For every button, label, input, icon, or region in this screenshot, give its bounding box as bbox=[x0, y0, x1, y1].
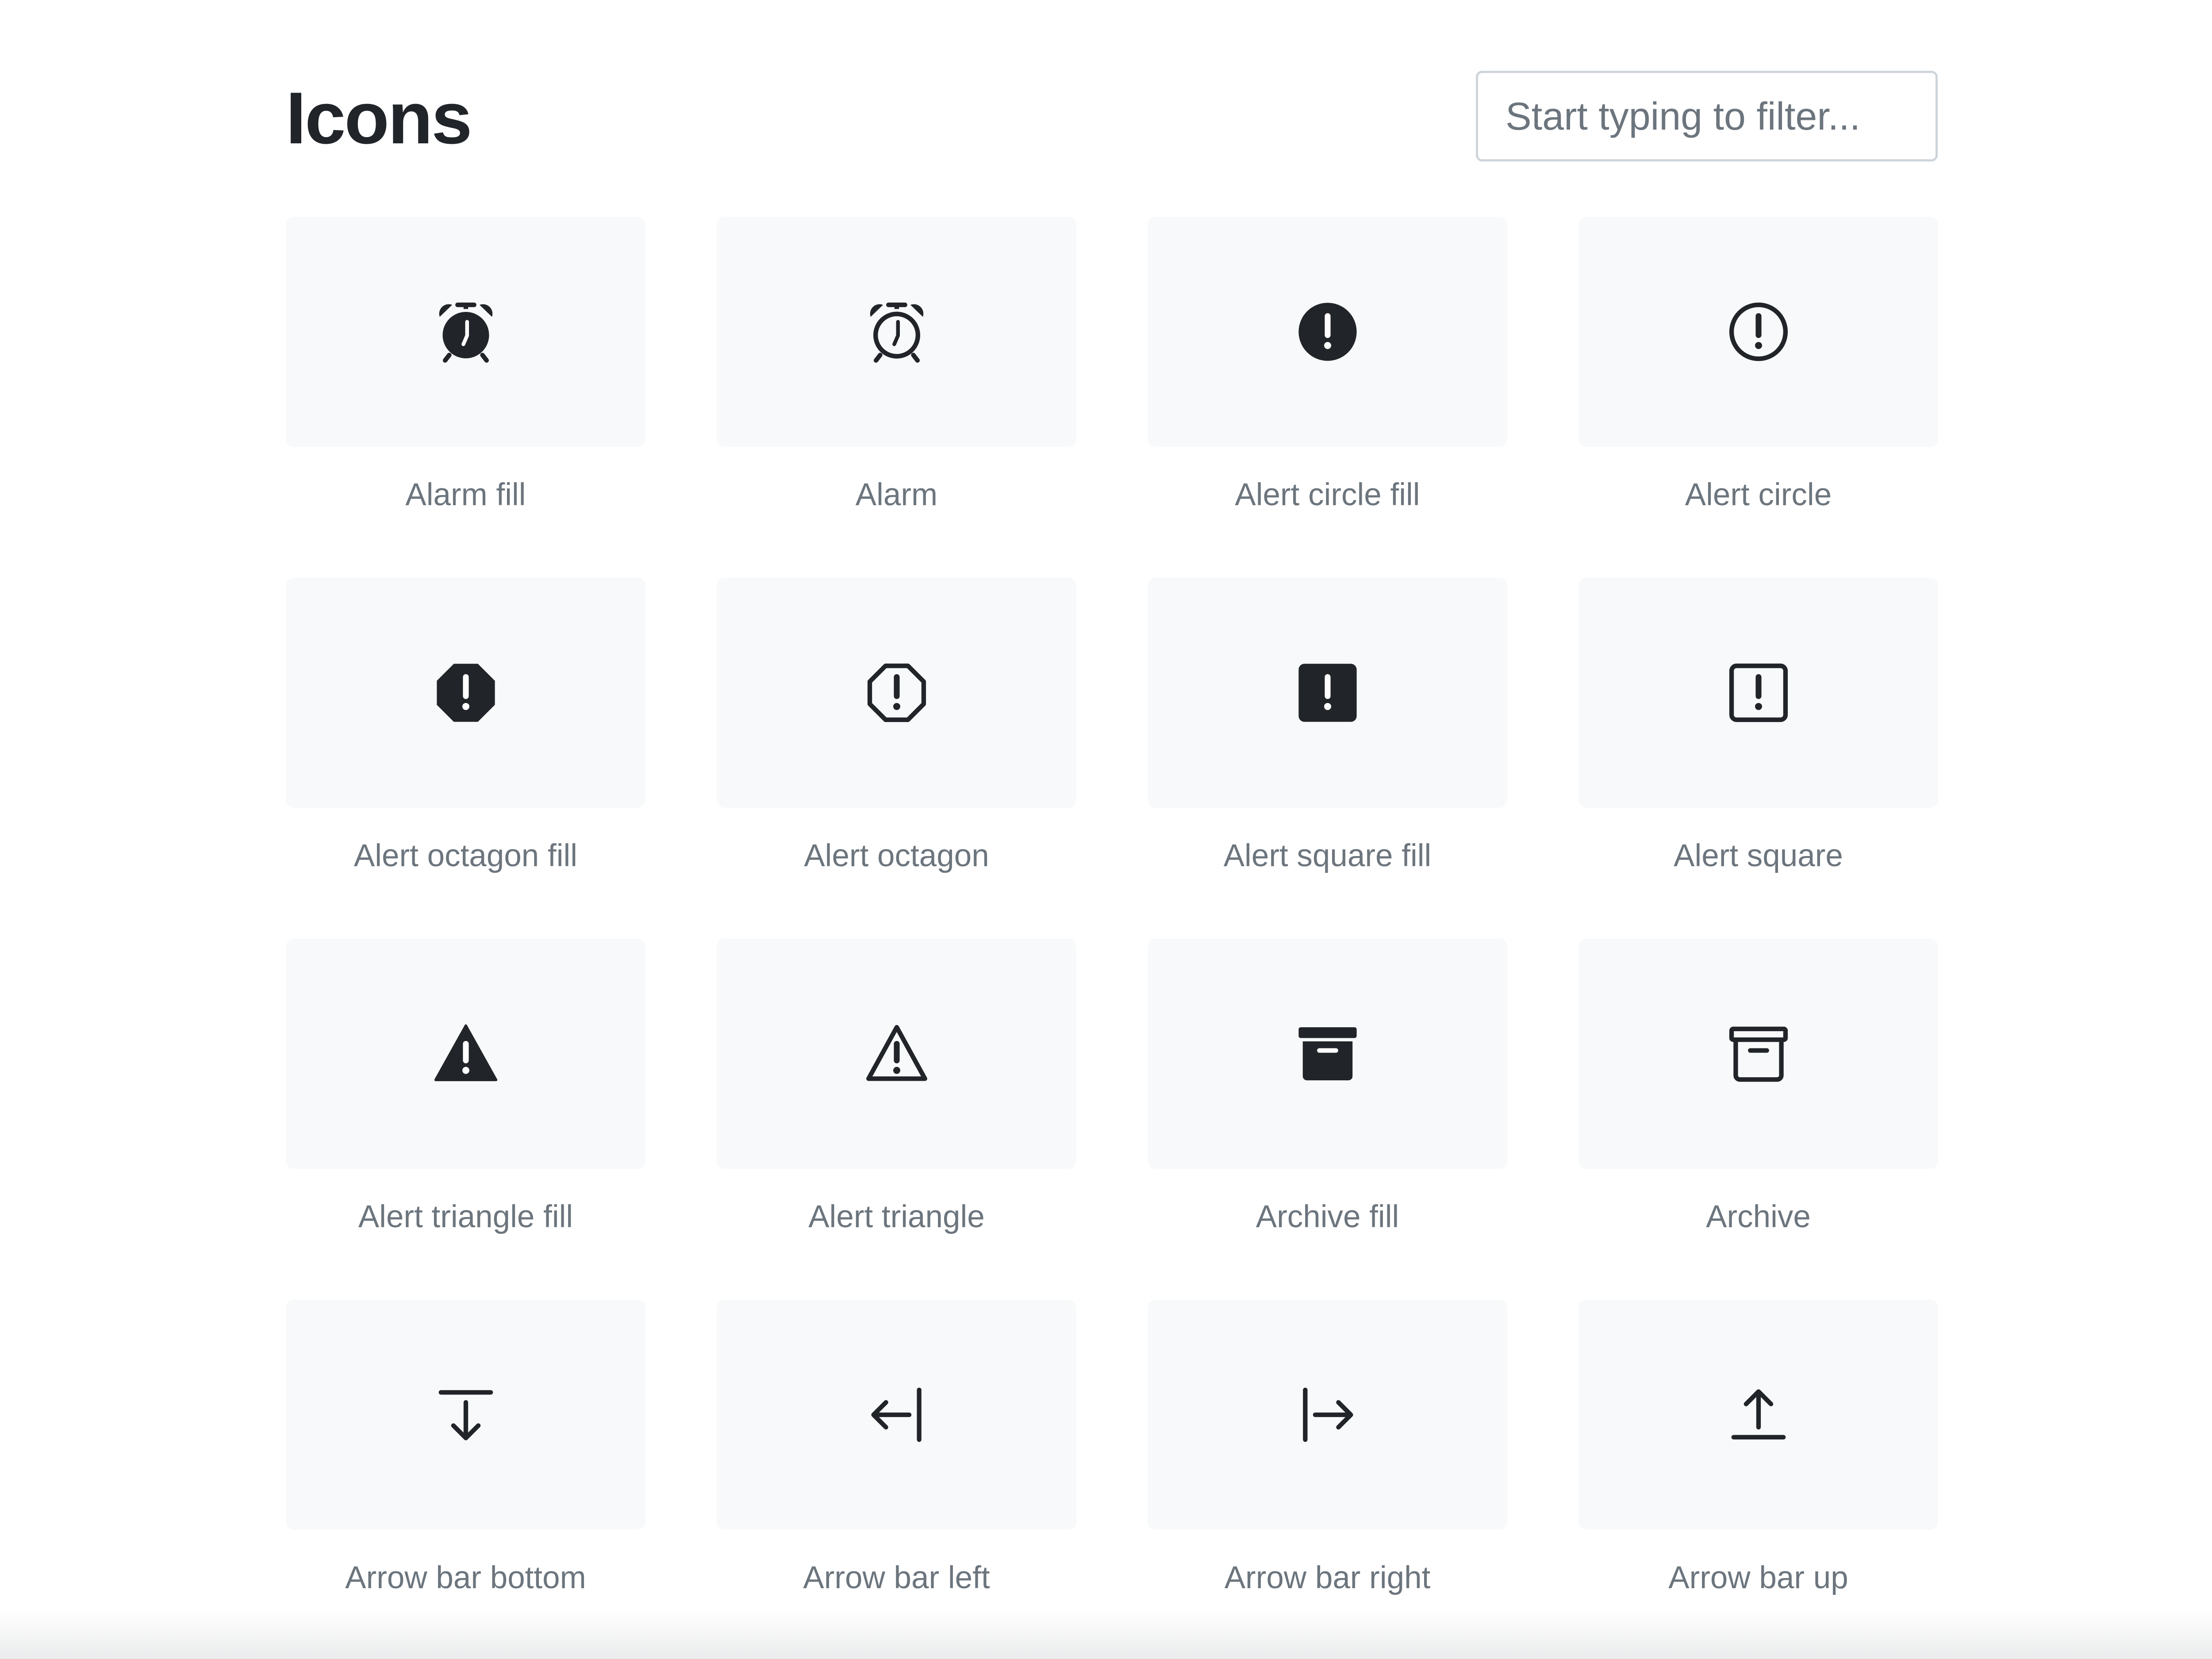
icon-card-alert-square[interactable]: Alert square bbox=[1578, 578, 1938, 939]
icon-tile[interactable] bbox=[286, 578, 645, 808]
icon-card-alarm[interactable]: Alarm bbox=[717, 217, 1076, 578]
icon-card-alert-triangle[interactable]: Alert triangle bbox=[717, 939, 1076, 1300]
alert-circle-fill-icon bbox=[1298, 303, 1357, 361]
page-title: Icons bbox=[286, 77, 472, 159]
icon-card-arrow-bar-right[interactable]: Arrow bar right bbox=[1148, 1300, 1507, 1659]
icon-tile[interactable] bbox=[1148, 217, 1507, 447]
icon-tile[interactable] bbox=[717, 578, 1076, 808]
icon-tile[interactable] bbox=[1148, 578, 1507, 808]
icon-tile[interactable] bbox=[1578, 217, 1938, 447]
icon-card-alarm-fill[interactable]: Alarm fill bbox=[286, 217, 645, 578]
icon-label: Alert square bbox=[1674, 838, 1843, 873]
icon-tile[interactable] bbox=[286, 939, 645, 1169]
alert-triangle-icon bbox=[866, 1025, 927, 1081]
icon-card-alert-circle-fill[interactable]: Alert circle fill bbox=[1148, 217, 1507, 578]
icon-card-alert-circle[interactable]: Alert circle bbox=[1578, 217, 1938, 578]
icon-card-arrow-bar-left[interactable]: Arrow bar left bbox=[717, 1300, 1076, 1659]
icon-card-alert-octagon[interactable]: Alert octagon bbox=[717, 578, 1076, 939]
icon-tile[interactable] bbox=[717, 939, 1076, 1169]
icon-tile[interactable] bbox=[286, 1300, 645, 1530]
icon-card-archive-fill[interactable]: Archive fill bbox=[1148, 939, 1507, 1300]
icon-label: Arrow bar left bbox=[803, 1560, 990, 1595]
icon-grid: Alarm fill Alarm Alert circle fill Alert… bbox=[286, 217, 1938, 1659]
icon-tile[interactable] bbox=[1578, 578, 1938, 808]
icon-label: Alert triangle bbox=[808, 1199, 985, 1234]
icon-tile[interactable] bbox=[1578, 1300, 1938, 1530]
icon-label: Archive fill bbox=[1256, 1199, 1399, 1234]
icon-tile[interactable] bbox=[717, 217, 1076, 447]
icon-card-arrow-bar-bottom[interactable]: Arrow bar bottom bbox=[286, 1300, 645, 1659]
icon-label: Arrow bar up bbox=[1668, 1560, 1848, 1595]
icon-label: Alert octagon bbox=[804, 838, 989, 873]
icon-label: Alert circle bbox=[1685, 477, 1832, 512]
alert-octagon-icon bbox=[867, 663, 926, 722]
bottom-fade bbox=[0, 1610, 2212, 1659]
alert-circle-icon bbox=[1729, 302, 1788, 361]
icon-tile[interactable] bbox=[717, 1300, 1076, 1530]
icon-label: Archive bbox=[1706, 1199, 1811, 1234]
icon-label: Alert octagon fill bbox=[353, 838, 578, 873]
icon-card-alert-square-fill[interactable]: Alert square fill bbox=[1148, 578, 1507, 939]
icon-label: Alert triangle fill bbox=[358, 1199, 573, 1234]
icon-label: Alarm bbox=[855, 477, 938, 512]
icon-label: Alert square fill bbox=[1223, 838, 1432, 873]
icon-tile[interactable] bbox=[1148, 1300, 1507, 1530]
alert-square-icon bbox=[1729, 663, 1788, 722]
archive-icon bbox=[1729, 1026, 1788, 1082]
icon-card-arrow-bar-up[interactable]: Arrow bar up bbox=[1578, 1300, 1938, 1659]
icon-label: Arrow bar right bbox=[1224, 1560, 1431, 1595]
icon-card-alert-octagon-fill[interactable]: Alert octagon fill bbox=[286, 578, 645, 939]
icon-card-archive[interactable]: Archive bbox=[1578, 939, 1938, 1300]
icon-tile[interactable] bbox=[1578, 939, 1938, 1169]
arrow-bar-up-icon bbox=[1731, 1389, 1786, 1440]
alarm-fill-icon bbox=[439, 302, 492, 363]
icon-tile[interactable] bbox=[286, 217, 645, 447]
arrow-bar-left-icon bbox=[871, 1387, 922, 1442]
archive-fill-icon bbox=[1298, 1027, 1357, 1080]
filter-input[interactable] bbox=[1476, 71, 1938, 161]
icon-card-alert-triangle-fill[interactable]: Alert triangle fill bbox=[286, 939, 645, 1300]
alert-octagon-fill-icon bbox=[436, 664, 495, 722]
alarm-icon bbox=[870, 302, 923, 363]
icon-tile[interactable] bbox=[1148, 939, 1507, 1169]
icon-label: Alarm fill bbox=[405, 477, 526, 512]
icon-label: Alert circle fill bbox=[1235, 477, 1420, 512]
alert-square-fill-icon bbox=[1298, 664, 1357, 722]
page-header: Icons bbox=[286, 71, 1938, 161]
arrow-bar-bottom-icon bbox=[438, 1390, 493, 1440]
alert-triangle-fill-icon bbox=[434, 1024, 497, 1081]
arrow-bar-right-icon bbox=[1302, 1387, 1353, 1442]
icon-label: Arrow bar bottom bbox=[345, 1560, 586, 1595]
